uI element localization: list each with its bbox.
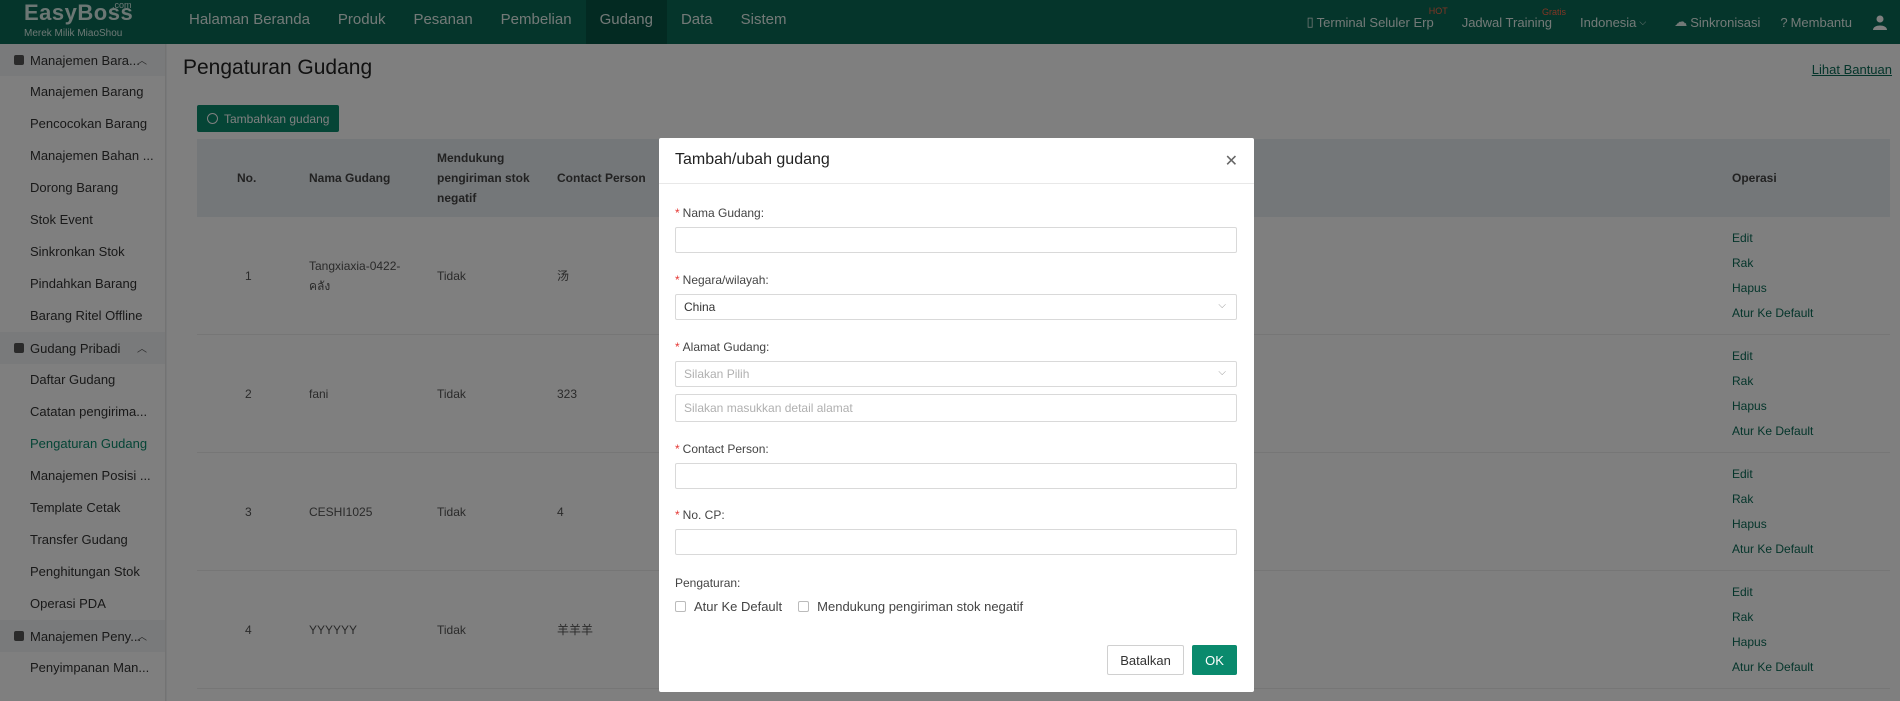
chevron-down-icon: ⌵ xyxy=(1218,367,1226,378)
warehouse-name-input[interactable] xyxy=(675,227,1237,253)
address-select[interactable]: Silakan Pilih ⌵ xyxy=(675,361,1237,387)
default-checkbox-label: Atur Ke Default xyxy=(694,599,783,614)
country-value: China xyxy=(684,300,716,314)
address-placeholder: Silakan Pilih xyxy=(684,367,750,381)
dialog-header: Tambah/ubah gudang ✕ xyxy=(659,138,1254,184)
warehouse-dialog: Tambah/ubah gudang ✕ * Nama Gudang: * Nega… xyxy=(659,138,1254,692)
address-detail-textarea[interactable]: Silakan masukkan detail alamat xyxy=(675,394,1237,422)
chevron-down-icon: ⌵ xyxy=(1218,300,1226,311)
default-checkbox[interactable]: Atur Ke Default xyxy=(675,599,782,614)
address-label: * Alamat Gudang: xyxy=(675,340,770,354)
warehouse-name-label: * Nama Gudang: xyxy=(675,206,765,220)
settings-label: Pengaturan: xyxy=(675,576,741,590)
close-icon[interactable]: ✕ xyxy=(1225,151,1238,171)
ok-button[interactable]: OK xyxy=(1192,645,1237,675)
checkbox-box xyxy=(675,601,686,612)
negative-stock-checkbox-label: Mendukung pengiriman stok negatif xyxy=(817,599,1024,614)
address-detail-placeholder: Silakan masukkan detail alamat xyxy=(684,401,853,415)
country-select[interactable]: China ⌵ xyxy=(675,294,1237,320)
contact-person-input[interactable] xyxy=(675,463,1237,489)
contact-person-label: * Contact Person: xyxy=(675,442,769,456)
phone-input[interactable] xyxy=(675,529,1237,555)
negative-stock-checkbox[interactable]: Mendukung pengiriman stok negatif xyxy=(798,599,1023,614)
checkbox-box xyxy=(798,601,810,612)
phone-label: * No. CP: xyxy=(675,508,725,522)
country-label: * Negara/wilayah: xyxy=(675,273,769,287)
cancel-button[interactable]: Batalkan xyxy=(1107,645,1184,675)
settings-checkboxes: Atur Ke Default Mendukung pengiriman sto… xyxy=(675,599,1023,614)
dialog-title: Tambah/ubah gudang xyxy=(675,151,830,168)
